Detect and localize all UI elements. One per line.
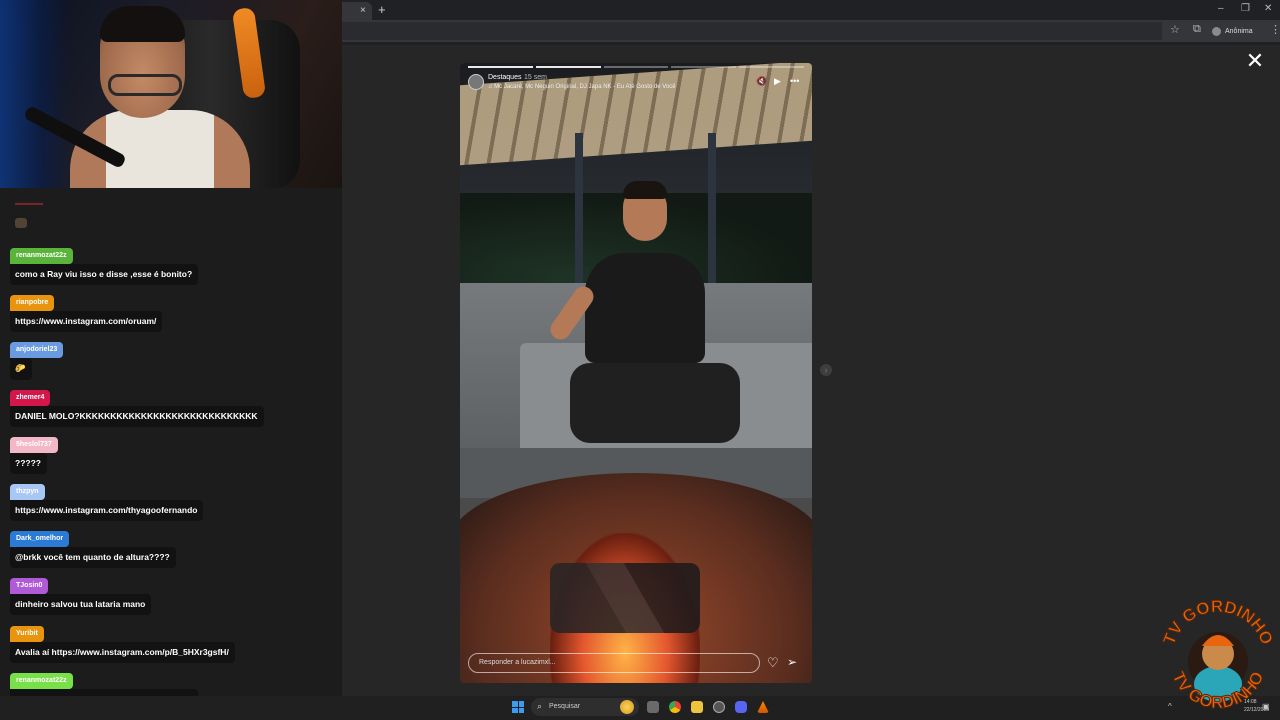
story-progress-segment	[535, 66, 601, 68]
chat-text: 🌮	[10, 358, 32, 380]
window-close-icon[interactable]: ✕	[1264, 3, 1272, 14]
next-story-icon[interactable]: ›	[820, 364, 832, 376]
chat-message: Yuribit Avalia aí https://www.instagram.c…	[10, 622, 235, 663]
story-username[interactable]: Destaques	[488, 74, 521, 81]
chat-text: como a Ray viu isso e disse ,esse é boni…	[10, 264, 199, 285]
close-story-icon[interactable]: ✕	[1244, 50, 1266, 72]
obs-icon[interactable]	[713, 701, 725, 713]
chat-message: zhemer4 DANIEL MOLO?KKKKKKKKKKKKKKKKKKKKK…	[10, 386, 264, 427]
browser-toolbar: ☆ ⧉ Anônima ⋮	[342, 20, 1280, 42]
vlc-icon[interactable]	[757, 701, 769, 713]
weather-icon[interactable]	[620, 700, 634, 714]
more-options-icon[interactable]: •••	[790, 76, 799, 86]
restore-icon[interactable]: ❐	[1241, 3, 1250, 14]
story-photo-person-legs	[570, 363, 740, 443]
chat-username[interactable]: zhemer4	[10, 390, 51, 406]
story-photo-person-body	[585, 253, 705, 363]
streamer-glasses	[108, 74, 182, 96]
story-progress-segment	[603, 66, 669, 68]
profile-label: Anônima	[1225, 27, 1253, 35]
incognito-icon	[1212, 26, 1221, 36]
address-bar[interactable]	[342, 22, 1162, 40]
chat-text: https://www.instagram.com/oruam/	[10, 311, 163, 332]
chat-text: DANIEL MOLO?KKKKKKKKKKKKKKKKKKKKKKKKKKKK…	[10, 406, 264, 427]
profile-button[interactable]: Anônima	[1212, 22, 1253, 40]
webcam-overlay	[0, 0, 342, 188]
file-explorer-icon[interactable]	[691, 701, 703, 713]
chat-message: rianpobre https://www.instagram.com/oruam…	[10, 291, 163, 332]
chat-username[interactable]: renanmozat22z	[10, 673, 73, 689]
webcam-light	[0, 0, 70, 188]
chat-message: TJosin0 dinheiro salvou tua lataria mano	[10, 574, 152, 615]
heart-icon[interactable]: ♡	[767, 655, 779, 671]
taskbar: ⌕ Pesquisar ^ ▣ 14:08 22/12/2025	[0, 696, 1280, 720]
story-card[interactable]: Destaques 15 sem ♫ Mc Jacaré, Mc Neguin …	[460, 63, 812, 683]
discord-icon[interactable]	[735, 701, 747, 713]
tv-gordinho-logo: TV GORDINHO TV GORDINHO	[1159, 596, 1277, 712]
task-view-icon[interactable]	[647, 701, 659, 713]
chat-username[interactable]: Yuribit	[10, 626, 44, 642]
minimize-icon[interactable]: –	[1218, 3, 1224, 14]
chat-message: Dark_omelhor @brkk você tem quanto de alt…	[10, 527, 176, 568]
chat-text: dinheiro salvou tua lataria mano	[10, 594, 152, 615]
chat-username[interactable]: renanmozat22z	[10, 248, 73, 264]
story-photo-person-hair	[623, 181, 667, 199]
story-progress	[468, 66, 804, 68]
story-time: 15 sem	[524, 74, 547, 81]
chat-username[interactable]: thzpyn	[10, 484, 45, 500]
chat-message: anjodoriel23 🌮	[10, 338, 64, 380]
chat-faded-emote	[15, 218, 27, 228]
chat-username[interactable]: Dark_omelhor	[10, 531, 70, 547]
chrome-icon[interactable]	[669, 701, 681, 713]
taskbar-search-label: Pesquisar	[549, 703, 581, 710]
chat-text: Avalia aí https://www.instagram.com/p/B_…	[10, 642, 235, 663]
windows-start-icon[interactable]	[512, 701, 524, 713]
mute-icon[interactable]: 🔇	[756, 76, 767, 87]
chat-username[interactable]: rianpobre	[10, 295, 55, 311]
avatar[interactable]	[468, 74, 484, 90]
search-icon: ⌕	[537, 701, 543, 711]
story-music[interactable]: ♫ Mc Jacaré, Mc Neguin Original, DJ Japa…	[488, 84, 676, 90]
chat-username[interactable]: anjodoriel23	[10, 342, 64, 358]
browser-tab[interactable]: ×	[342, 2, 372, 20]
send-icon[interactable]: ➢	[787, 655, 797, 669]
chat-username[interactable]: TJosin0	[10, 578, 49, 594]
chat-text: ?????	[10, 453, 47, 474]
tab-bar: × + – ❐ ✕	[342, 0, 1280, 20]
chat-text: https://www.instagram.com/thyagoofernand…	[10, 500, 204, 521]
chat-message: renanmozat22zcomo a Ray viu isso e disse…	[10, 244, 199, 285]
play-icon[interactable]: ▶	[774, 76, 781, 87]
story-progress-segment	[739, 66, 804, 68]
story-header: Destaques 15 sem ♫ Mc Jacaré, Mc Neguin …	[468, 72, 804, 94]
chat-message: 5heslol737?????	[10, 433, 58, 474]
tab-close-icon[interactable]: ×	[360, 5, 366, 16]
browser-window: × + – ❐ ✕ ☆ ⧉ Anônima ⋮	[342, 0, 1280, 45]
streamer-hair	[100, 6, 185, 42]
story-progress-segment	[468, 66, 533, 68]
chat-faded-user: ▬▬▬▬	[15, 200, 43, 207]
chat-username[interactable]: 5heslol737	[10, 437, 58, 453]
chat-message: thzpyn https://www.instagram.com/thyagoof…	[10, 480, 204, 521]
new-tab-icon[interactable]: +	[378, 2, 386, 17]
story-progress-segment	[671, 66, 737, 68]
reply-input[interactable]: Responder a lucazimxl...	[468, 653, 760, 673]
tab-search-icon[interactable]: ⧉	[1193, 23, 1201, 36]
chat-text: @brkk você tem quanto de altura????	[10, 547, 176, 568]
story-photo-logs	[550, 563, 700, 633]
menu-kebab-icon[interactable]: ⋮	[1270, 23, 1280, 36]
bookmark-star-icon[interactable]: ☆	[1170, 23, 1180, 36]
